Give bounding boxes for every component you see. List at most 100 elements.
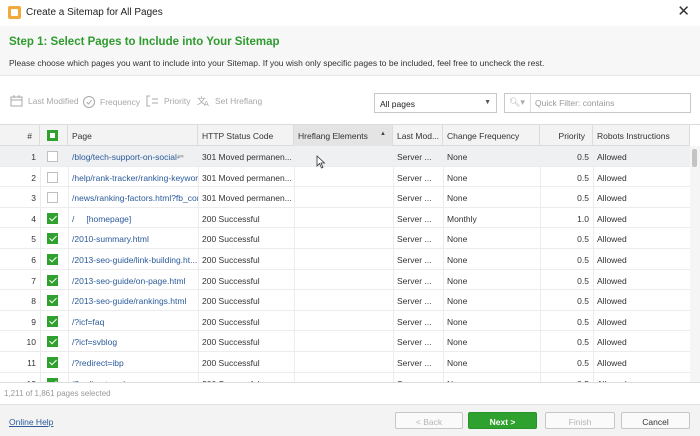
row-checkbox[interactable] [47, 336, 58, 348]
pages-select[interactable]: All pages ▼ [374, 93, 497, 113]
row-checkbox[interactable] [47, 274, 58, 286]
column-header-number[interactable]: # [0, 125, 40, 146]
back-button[interactable]: < Back [395, 412, 463, 429]
title-bar: Create a Sitemap for All Pages ✕ [0, 0, 700, 26]
table-row[interactable]: 4 /[homepage] 200 Successful Server ... Mont… [0, 208, 690, 229]
page-url-cell[interactable]: /2013-seo-guide/on-page.html [68, 270, 198, 291]
priority-cell: 0.5 [577, 358, 589, 368]
priority-cell: 1.0 [577, 213, 589, 224]
table-row[interactable]: 6/2013-seo-guide/link-building.ht... 200 … [0, 249, 690, 270]
priority-cell: 0.5 [540, 373, 593, 382]
row-checkbox[interactable] [47, 254, 58, 265]
status-code-cell: 200 Successful [202, 213, 260, 224]
status-code-cell: 200 Successful [198, 373, 294, 382]
hreflang-cell [294, 331, 393, 352]
row-checkbox[interactable] [47, 192, 58, 204]
priority-cell: 0.5 [577, 172, 589, 183]
hreflang-cell [294, 249, 393, 270]
frequency-button[interactable]: Frequency [82, 95, 140, 108]
robots-cell: Allowed [597, 316, 627, 327]
row-checkbox[interactable] [47, 171, 58, 183]
close-icon[interactable]: ✕ [677, 3, 690, 21]
select-all-checkbox[interactable] [47, 130, 58, 141]
table-row[interactable]: 11 /?redirect=ibp 200 Successful Server ...… [0, 352, 690, 373]
table-row[interactable]: 12 /?redirect=webce200 Successful Server .… [0, 373, 690, 382]
sort-asc-icon: ▲ [380, 131, 386, 137]
priority-cell: 0.5 [577, 152, 589, 162]
hreflang-cell [294, 208, 393, 229]
change-frequency-cell: None [447, 193, 468, 204]
online-help-link[interactable]: Online Help [9, 417, 53, 427]
hreflang-cell [294, 352, 393, 373]
clock-check-icon [83, 96, 95, 108]
page-url-cell[interactable]: /?redirect=webce [68, 373, 198, 382]
table-row[interactable]: 5/2010-summary.html 200 Successful Server … [0, 228, 690, 249]
priority-cell: 0.5 [577, 275, 589, 286]
share-icon[interactable]: ➦ [177, 151, 185, 162]
page-url-cell[interactable]: /help/rank-tracker/ranking-keyword... [68, 167, 198, 188]
row-number-cell: 1 [31, 152, 36, 162]
search-icon[interactable]: 🔍︎▾ [509, 97, 525, 108]
column-header-last-modified[interactable]: Last Mod... [393, 125, 443, 146]
page-url-cell[interactable]: /2013-seo-guide/rankings.html [68, 290, 198, 311]
row-number-cell: 9 [31, 316, 36, 327]
row-checkbox[interactable] [47, 295, 58, 307]
table-row[interactable]: 9 /?icf=faq 200 Successful Server ... None 0.… [0, 311, 690, 332]
robots-cell: Allowed [597, 213, 627, 224]
table-row[interactable]: 7/2013-seo-guide/on-page.html 200 Success… [0, 270, 690, 291]
page-url-cell[interactable]: /?redirect=ibp [68, 352, 198, 373]
priority-button[interactable]: Priority [146, 95, 190, 107]
priority-icon [146, 95, 158, 107]
status-code-cell: 301 Moved permanen... [202, 152, 292, 162]
vertical-scrollbar[interactable] [690, 146, 700, 382]
hreflang-cell [294, 373, 393, 382]
next-button[interactable]: Next > [468, 412, 537, 429]
last-modified-cell: Server ... [397, 234, 432, 245]
finish-button[interactable]: Finish [545, 412, 615, 429]
set-hreflang-button[interactable]: 文A Set Hreflang [197, 95, 262, 107]
table-row[interactable]: 10 /?icf=svblog 200 Successful Server ... No… [0, 331, 690, 352]
row-checkbox[interactable] [47, 233, 58, 245]
last-modified-cell: Server ... [397, 193, 432, 204]
table-row[interactable]: 3/news/ranking-factors.html?fb_comm 301 M… [0, 187, 690, 208]
page-url-cell[interactable]: /?icf=faq [68, 311, 198, 332]
frequency-label: Frequency [100, 96, 141, 107]
filter-divider [530, 94, 531, 112]
page-url-cell[interactable]: / [homepage] [68, 208, 198, 229]
row-checkbox[interactable] [47, 377, 58, 382]
cancel-button[interactable]: Cancel [621, 412, 690, 429]
row-checkbox[interactable] [47, 315, 58, 327]
robots-cell: Allowed [597, 337, 627, 348]
table-row[interactable]: 1/blog/tech-support-on-social- 301 Moved … [0, 146, 690, 167]
hreflang-cell [294, 187, 393, 208]
column-header-page[interactable]: Page [68, 125, 198, 146]
page-url-cell[interactable]: /2013-seo-guide/link-building.ht... [68, 249, 198, 270]
column-header-status[interactable]: HTTP Status Code [198, 125, 294, 146]
last-modified-button[interactable]: Last Modified [10, 95, 79, 107]
window-title: Create a Sitemap for All Pages [26, 7, 163, 18]
row-number-cell: 12 [0, 373, 40, 382]
column-header-change-frequency[interactable]: Change Frequency [443, 125, 540, 146]
change-frequency-cell: None [447, 172, 468, 183]
page-url-cell[interactable]: /?icf=svblog [68, 331, 198, 352]
scrollbar-thumb[interactable] [692, 149, 697, 167]
column-header-hreflang[interactable]: Hreflang Elements ▲ [294, 125, 393, 146]
row-checkbox[interactable] [47, 357, 58, 368]
change-frequency-cell: None [447, 316, 468, 327]
page-url-cell[interactable]: /news/ranking-factors.html?fb_comm [68, 187, 198, 208]
robots-cell: Allowed [597, 255, 627, 265]
column-header-priority[interactable]: Priority [540, 125, 593, 146]
row-checkbox[interactable] [47, 212, 58, 224]
page-url-cell[interactable]: /2010-summary.html [68, 228, 198, 249]
column-header-robots[interactable]: Robots Instructions [593, 125, 690, 146]
row-checkbox[interactable] [47, 151, 58, 162]
row-number-cell: 5 [31, 234, 36, 245]
status-code-cell: 200 Successful [202, 337, 260, 348]
step-description: Please choose which pages you want to in… [9, 58, 545, 68]
step-title: Step 1: Select Pages to Include into You… [9, 36, 280, 48]
table-row[interactable]: 2/help/rank-tracker/ranking-keyword... 30… [0, 167, 690, 188]
column-header-select-all[interactable] [40, 125, 68, 146]
table-row[interactable]: 8/2013-seo-guide/rankings.html 200 Succes… [0, 290, 690, 311]
row-number-cell: 11 [27, 358, 36, 368]
quick-filter-input[interactable]: 🔍︎▾ Quick Filter: contains [504, 93, 691, 113]
